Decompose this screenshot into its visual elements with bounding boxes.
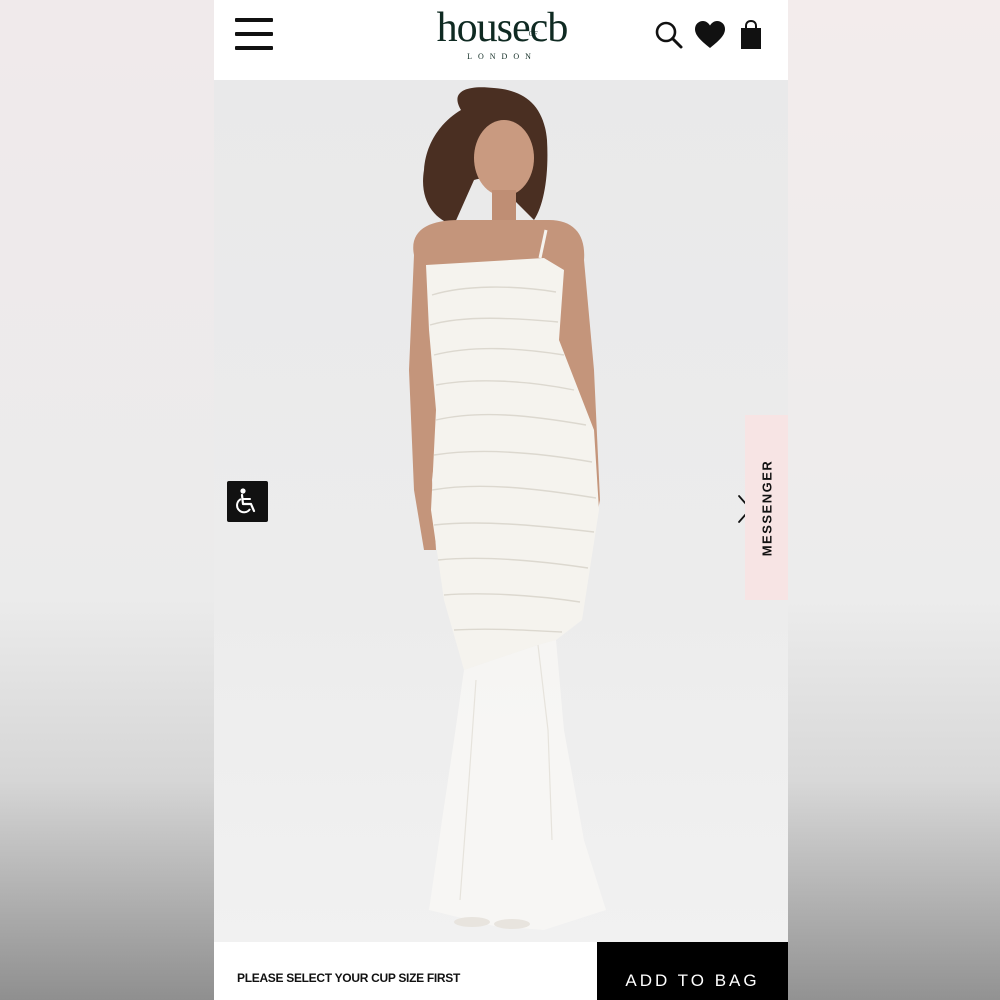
mobile-page: house OF cb LONDON MESSENGER PLEASE SELE… xyxy=(214,0,788,1000)
wheelchair-icon xyxy=(236,488,256,514)
background-left xyxy=(0,0,214,1000)
logo-wordmark: house OF cb xyxy=(437,6,569,50)
site-header: house OF cb LONDON xyxy=(214,0,788,80)
brand-logo[interactable]: house OF cb LONDON xyxy=(410,6,594,66)
background-right xyxy=(788,0,1000,1000)
logo-subtitle: LONDON xyxy=(467,52,537,61)
menu-icon[interactable] xyxy=(235,16,275,54)
search-icon[interactable] xyxy=(654,20,684,50)
product-image-area[interactable]: MESSENGER xyxy=(214,80,788,942)
cup-size-message: PLEASE SELECT YOUR CUP SIZE FIRST xyxy=(237,971,461,985)
accessibility-button[interactable] xyxy=(227,481,268,522)
product-photo xyxy=(409,87,606,930)
heart-icon[interactable] xyxy=(694,20,726,50)
messenger-tab[interactable]: MESSENGER xyxy=(745,415,788,600)
add-to-bag-button[interactable]: ADD TO BAG xyxy=(597,942,788,1000)
messenger-label: MESSENGER xyxy=(759,459,774,556)
purchase-bar: PLEASE SELECT YOUR CUP SIZE FIRST ADD TO… xyxy=(214,942,788,1000)
logo-of-text: OF xyxy=(528,30,538,38)
bag-icon[interactable] xyxy=(738,20,764,50)
